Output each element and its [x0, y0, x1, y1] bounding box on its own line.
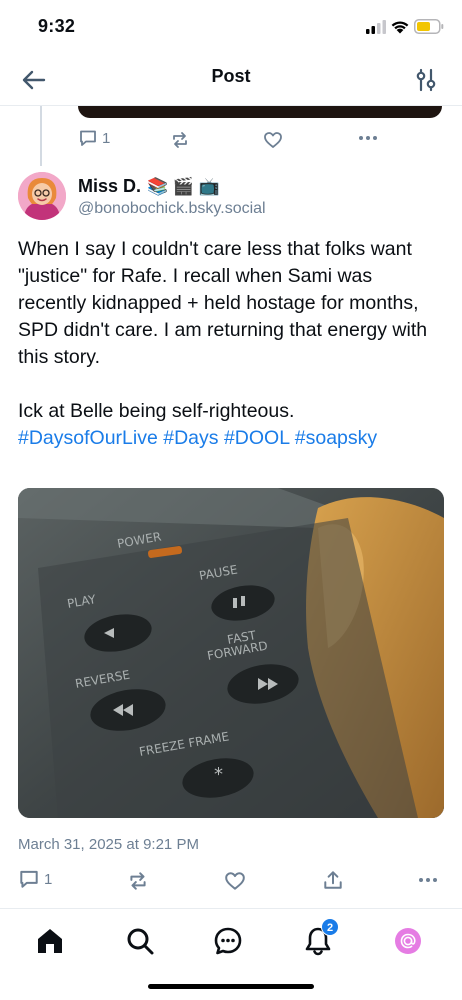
post-actions: 1 — [18, 868, 444, 894]
more-options-icon[interactable] — [418, 877, 438, 883]
like-icon[interactable] — [263, 130, 283, 150]
battery-icon — [414, 19, 444, 34]
hashtag-link[interactable]: #DOOL — [224, 427, 289, 449]
cellular-signal-icon — [366, 20, 386, 34]
avatar[interactable] — [18, 172, 66, 220]
hashtag-link[interactable]: #Days — [163, 427, 218, 449]
reply-button[interactable]: 1 — [18, 868, 52, 890]
home-indicator — [148, 984, 314, 989]
thread-settings-icon[interactable] — [412, 66, 440, 94]
reply-button[interactable]: 1 — [78, 128, 110, 148]
more-options-icon[interactable] — [358, 135, 378, 141]
post-text-paragraph-1: When I say I couldn't care less that fol… — [18, 238, 428, 368]
repost-icon[interactable] — [170, 130, 190, 150]
post-image[interactable]: * POWER PLAY PAUSE FAST FORWARD REVERSE … — [18, 488, 444, 818]
hashtag-link[interactable]: #soapsky — [295, 427, 377, 449]
reply-icon — [20, 870, 38, 888]
thread-line — [40, 106, 42, 166]
previous-post-image[interactable] — [78, 106, 442, 118]
post-hashtags: #DaysofOurLive #Days #DOOL #soapsky — [18, 425, 444, 452]
notifications-badge: 2 — [321, 918, 339, 936]
search-icon[interactable] — [124, 925, 156, 957]
post-header: Post — [0, 54, 462, 106]
page-title: Post — [211, 66, 251, 86]
author-emoji: 📚 🎬 📺 — [147, 176, 220, 196]
post-timestamp: March 31, 2025 at 9:21 PM — [18, 836, 199, 853]
reply-icon — [80, 130, 96, 146]
author-handle[interactable]: @bonobochick.bsky.social — [78, 200, 266, 218]
post-text: When I say I couldn't care less that fol… — [18, 236, 444, 452]
previous-post-actions: 1 — [78, 128, 442, 152]
profile-avatar-icon[interactable] — [392, 925, 424, 957]
author-name[interactable]: Miss D. 📚 🎬 📺 — [78, 176, 220, 197]
home-icon[interactable] — [34, 925, 66, 957]
repost-icon[interactable] — [127, 870, 149, 892]
hashtag-link[interactable]: #DaysofOurLive — [18, 427, 158, 449]
avatar-illustration — [18, 172, 66, 220]
chat-icon[interactable] — [212, 925, 244, 957]
wifi-icon — [391, 21, 409, 34]
svg-text:*: * — [214, 764, 223, 785]
share-icon[interactable] — [322, 869, 344, 891]
post-text-paragraph-2: Ick at Belle being self-righteous. — [18, 400, 295, 422]
like-icon[interactable] — [224, 870, 246, 892]
remote-control-image: * POWER PLAY PAUSE FAST FORWARD REVERSE … — [18, 488, 444, 818]
reply-count: 1 — [102, 129, 111, 147]
status-time: 9:32 — [38, 16, 76, 36]
reply-count: 1 — [44, 870, 53, 888]
status-bar: 9:32 — [0, 0, 462, 54]
author-display-name: Miss D. — [78, 176, 142, 196]
